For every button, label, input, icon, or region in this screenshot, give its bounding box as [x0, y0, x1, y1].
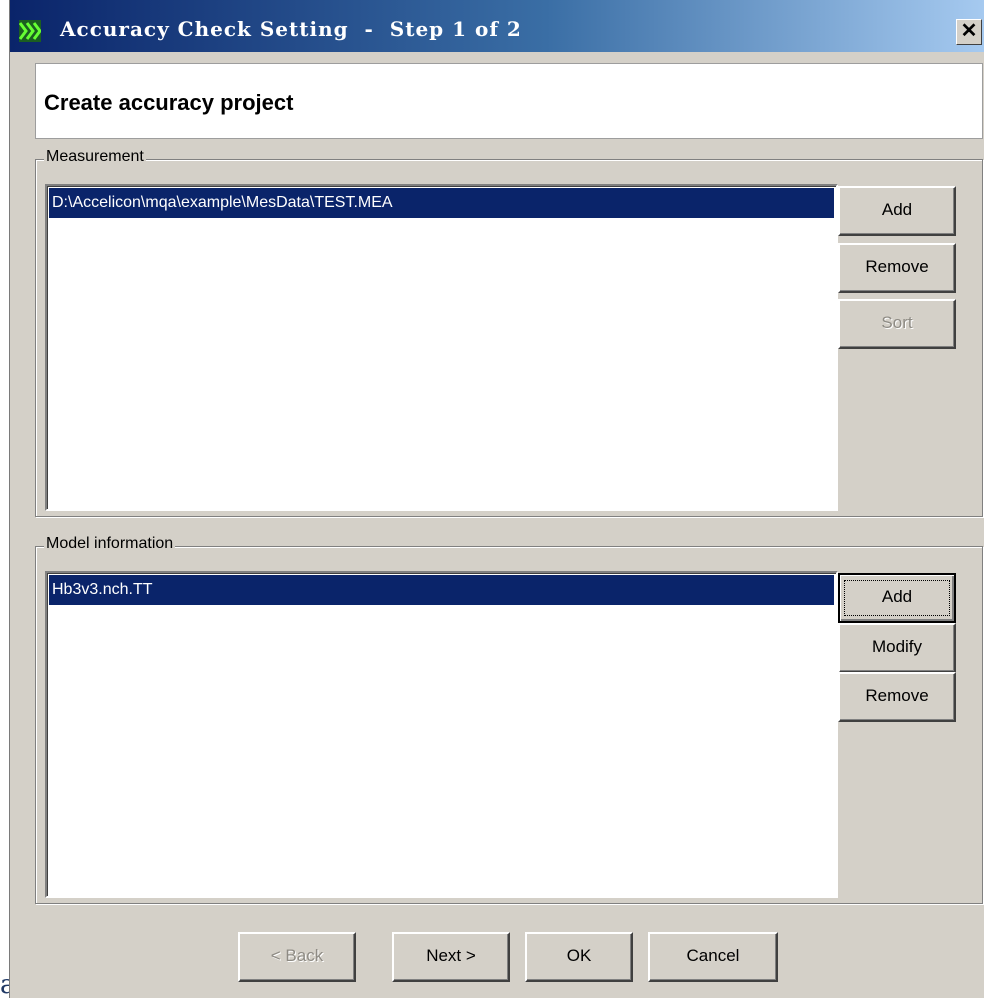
back-button[interactable]: < Back: [238, 932, 356, 982]
next-label: Next >: [426, 946, 476, 965]
measurement-remove-button[interactable]: Remove: [838, 243, 956, 293]
close-button[interactable]: ✕: [956, 19, 982, 45]
model-information-group: Model information Hb3v3.nch.TT Add Modif…: [35, 535, 983, 904]
ok-label: OK: [566, 946, 592, 965]
ok-button[interactable]: OK: [525, 932, 633, 982]
model-information-group-label: Model information: [44, 535, 176, 553]
measurement-list[interactable]: D:\Accelicon\mqa\example\MesData\TEST.ME…: [45, 184, 838, 511]
model-remove-button[interactable]: Remove: [838, 672, 956, 722]
next-button[interactable]: Next >: [392, 932, 510, 982]
wizard-header: Create accuracy project: [35, 63, 983, 139]
back-label: < Back: [270, 946, 324, 965]
model-modify-label: Modify: [871, 637, 923, 656]
measurement-group: Measurement D:\Accelicon\mqa\example\Mes…: [35, 148, 983, 517]
model-list[interactable]: Hb3v3.nch.TT: [45, 571, 838, 898]
window-title: Accuracy Check Setting - Step 1 of 2: [60, 17, 522, 41]
measurement-sort-label: Sort: [881, 313, 913, 332]
close-icon: ✕: [960, 20, 978, 42]
model-add-label: Add: [881, 587, 913, 606]
page-title: Create accuracy project: [44, 90, 294, 115]
accuracy-check-dialog: Accuracy Check Setting - Step 1 of 2 ✕ C…: [9, 0, 984, 998]
model-modify-button[interactable]: Modify: [838, 623, 956, 673]
measurement-list-item[interactable]: D:\Accelicon\mqa\example\MesData\TEST.ME…: [49, 188, 834, 218]
measurement-remove-label: Remove: [865, 257, 929, 276]
model-add-button[interactable]: Add: [838, 573, 956, 623]
measurement-sort-button[interactable]: Sort: [838, 299, 956, 349]
measurement-group-label: Measurement: [44, 148, 146, 166]
measurement-add-button[interactable]: Add: [838, 186, 956, 236]
model-remove-label: Remove: [865, 686, 929, 705]
cancel-button[interactable]: Cancel: [648, 932, 778, 982]
app-icon: [19, 20, 41, 42]
measurement-add-label: Add: [881, 200, 913, 219]
model-list-item[interactable]: Hb3v3.nch.TT: [49, 575, 834, 605]
cancel-label: Cancel: [686, 946, 740, 965]
title-bar[interactable]: Accuracy Check Setting - Step 1 of 2 ✕: [10, 0, 984, 52]
